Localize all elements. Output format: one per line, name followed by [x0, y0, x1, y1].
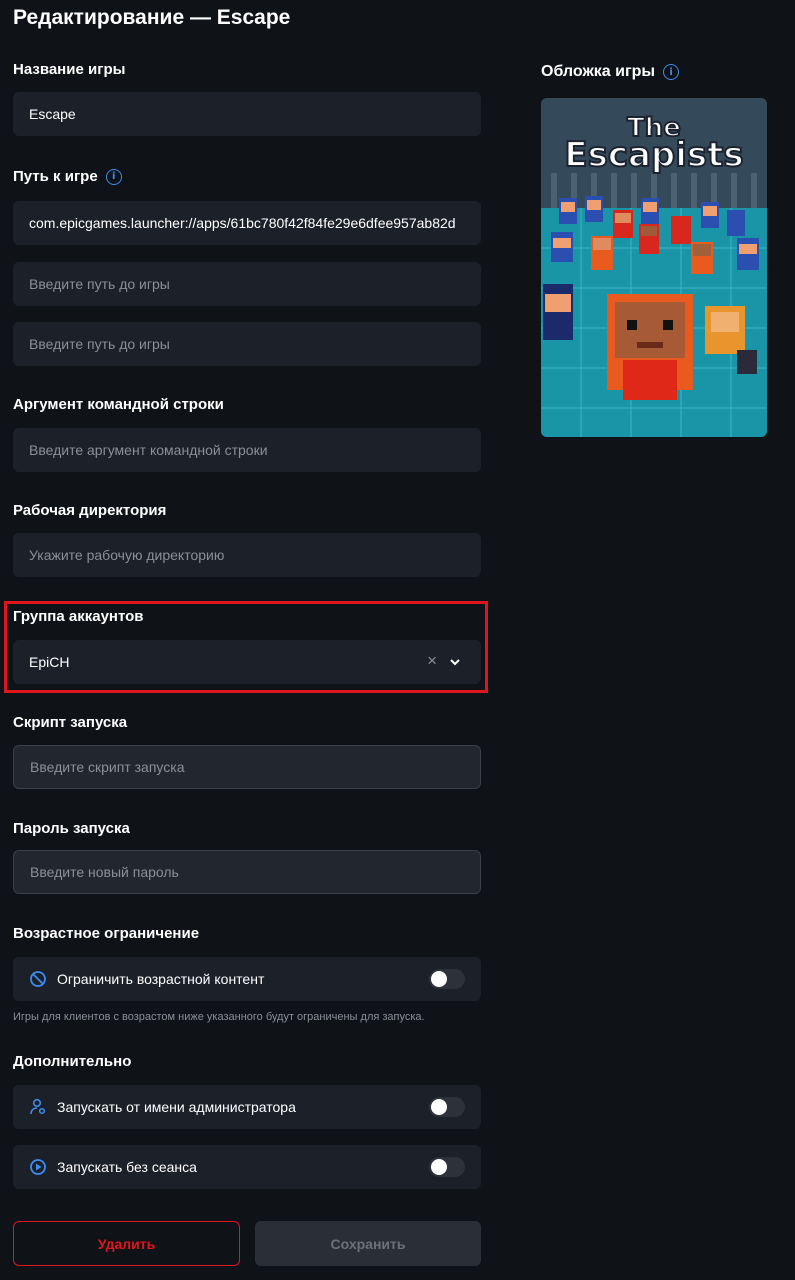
game-path-input-3[interactable]: Введите путь до игры: [13, 322, 481, 366]
play-circle-icon: [29, 1158, 47, 1176]
launch-script-input[interactable]: Введите скрипт запуска: [13, 745, 481, 789]
run-without-session-text: Запускать без сеанса: [57, 1159, 197, 1175]
info-icon[interactable]: i: [663, 64, 680, 80]
launch-script-label: Скрипт запуска: [13, 714, 128, 731]
cover-label: Обложка игры: [541, 63, 656, 80]
clear-icon[interactable]: ×: [427, 652, 437, 670]
run-as-admin-toggle[interactable]: [429, 1097, 465, 1117]
game-path-input-2[interactable]: Введите путь до игры: [13, 262, 481, 306]
game-path-placeholder-2: Введите путь до игры: [29, 276, 170, 292]
info-icon[interactable]: i: [105, 168, 122, 185]
toggle-knob: [431, 1099, 447, 1115]
block-icon: [29, 970, 47, 988]
save-button[interactable]: Сохранить: [255, 1221, 481, 1266]
game-name-input[interactable]: Escape: [13, 92, 481, 136]
account-group-select[interactable]: EpiCH ×: [13, 640, 481, 684]
cover-art-title-2: Escapists: [564, 135, 743, 175]
cover-image[interactable]: The Escapists: [541, 98, 767, 437]
args-label: Аргумент командной строки: [13, 396, 224, 413]
cover-label-row: Обложка игры i: [541, 63, 680, 81]
launch-password-input[interactable]: Введите новый пароль: [13, 850, 481, 894]
extra-label: Дополнительно: [13, 1053, 132, 1070]
launch-script-placeholder: Введите скрипт запуска: [30, 759, 185, 775]
launch-password-placeholder: Введите новый пароль: [30, 864, 179, 880]
age-hint: Игры для клиентов с возрастом ниже указа…: [13, 1011, 425, 1023]
delete-button[interactable]: Удалить: [13, 1221, 240, 1266]
workdir-input[interactable]: Укажите рабочую директорию: [13, 533, 481, 577]
chevron-down-icon[interactable]: [449, 655, 461, 671]
game-path-input[interactable]: com.epicgames.launcher://apps/61bc780f42…: [13, 201, 481, 245]
age-restrict-toggle[interactable]: [429, 969, 465, 989]
run-as-admin-row[interactable]: Запускать от имени администратора: [13, 1085, 481, 1129]
game-path-placeholder-3: Введите путь до игры: [29, 336, 170, 352]
game-path-label-row: Путь к игре i: [13, 168, 122, 185]
toggle-knob: [431, 1159, 447, 1175]
toggle-knob: [431, 971, 447, 987]
run-as-admin-text: Запускать от имени администратора: [57, 1099, 296, 1115]
workdir-label: Рабочая директория: [13, 502, 167, 519]
admin-user-icon: [29, 1098, 47, 1116]
run-without-session-row[interactable]: Запускать без сеанса: [13, 1145, 481, 1189]
age-label: Возрастное ограничение: [13, 925, 200, 942]
game-name-label: Название игры: [13, 61, 126, 78]
page-title: Редактирование — Escape: [13, 6, 291, 29]
age-restrict-text: Ограничить возрастной контент: [57, 971, 265, 987]
workdir-placeholder: Укажите рабочую директорию: [29, 547, 225, 563]
args-placeholder: Введите аргумент командной строки: [29, 442, 268, 458]
age-restrict-row[interactable]: Ограничить возрастной контент: [13, 957, 481, 1001]
account-group-value: EpiCH: [29, 654, 70, 670]
game-path-value: com.epicgames.launcher://apps/61bc780f42…: [29, 215, 456, 231]
run-without-session-toggle[interactable]: [429, 1157, 465, 1177]
game-path-label: Путь к игре: [13, 168, 98, 185]
game-name-value: Escape: [29, 106, 76, 122]
args-input[interactable]: Введите аргумент командной строки: [13, 428, 481, 472]
account-group-label: Группа аккаунтов: [13, 608, 144, 625]
cover-art: The Escapists: [541, 98, 767, 437]
launch-password-label: Пароль запуска: [13, 820, 130, 837]
